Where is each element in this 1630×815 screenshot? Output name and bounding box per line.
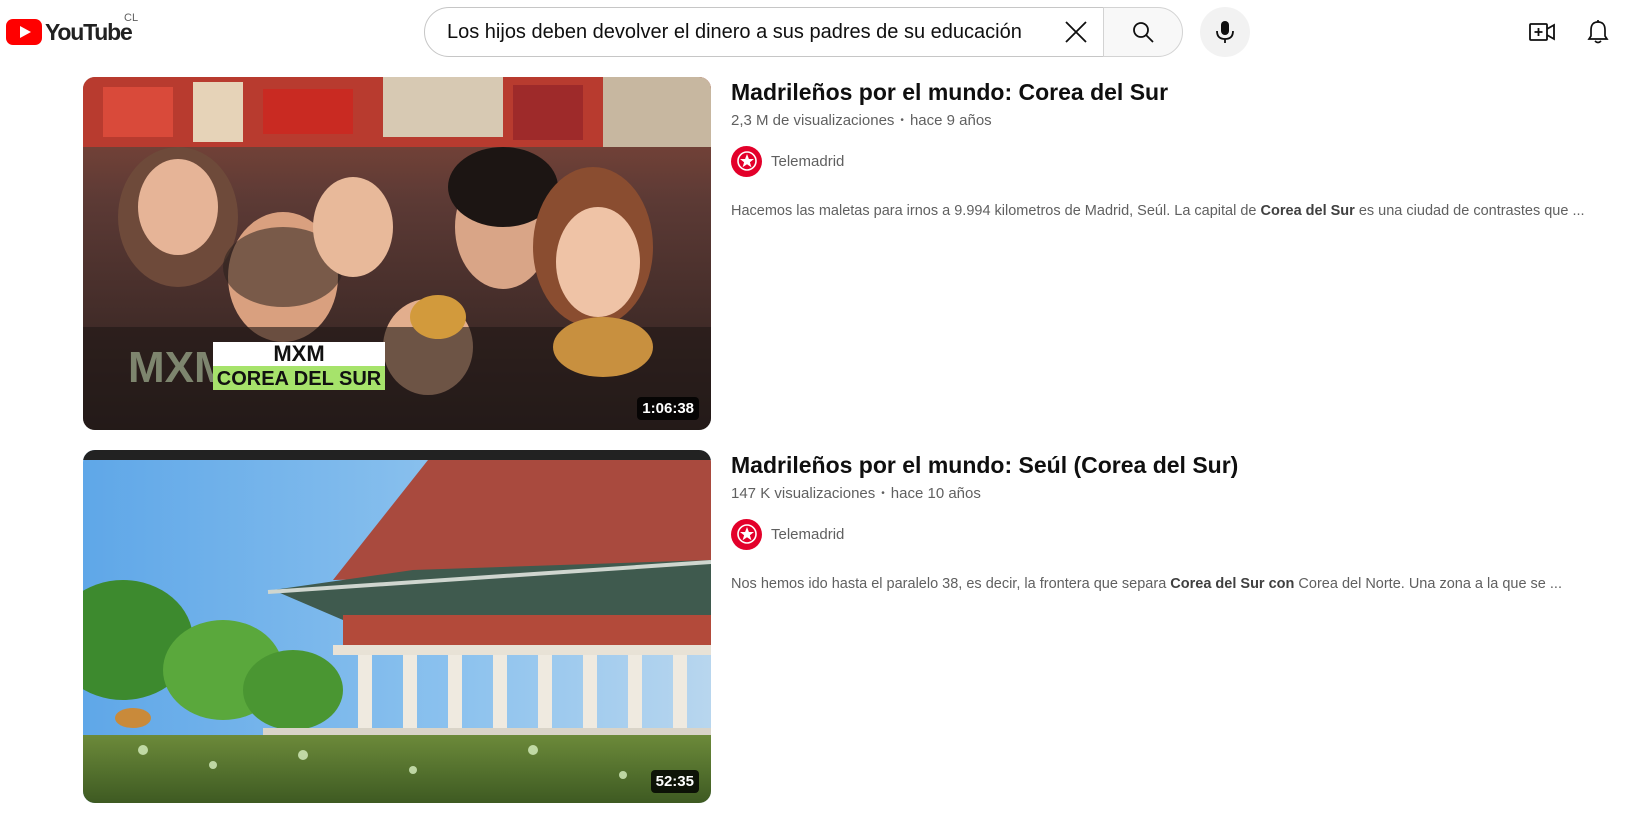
channel-name[interactable]: Telemadrid [771,153,844,170]
video-thumbnail[interactable]: MXM MXM COREA DEL SUR 1:06:38 [83,77,711,430]
video-title[interactable]: Madrileños por el mundo: Seúl (Corea del… [731,450,1621,480]
description-text: Nos hemos ido hasta el paralelo 38, es d… [731,576,1171,592]
star-logo-icon [736,151,757,171]
channel-name[interactable]: Telemadrid [771,526,844,543]
description-text: es una ciudad de contrastes que ... [1354,203,1585,219]
logo-text: YouTube [45,19,133,45]
video-title[interactable]: Madrileños por el mundo: Corea del Sur [731,77,1621,107]
youtube-logo[interactable]: YouTube [6,19,133,45]
video-meta: 147 K visualizaciones • hace 10 años [731,484,1621,504]
meta-separator: • [900,115,904,126]
description-text: Corea del Norte. Una zona a la que se ..… [1294,576,1562,592]
create-button[interactable] [1524,14,1560,50]
video-info: Madrileños por el mundo: Seúl (Corea del… [731,450,1621,594]
microphone-icon [1216,21,1234,43]
video-info: Madrileños por el mundo: Corea del Sur 2… [731,77,1621,221]
view-count: 2,3 M de visualizaciones [731,112,895,129]
video-result: 52:35 Madrileños por el mundo: Seúl (Cor… [83,450,1623,804]
description-highlight: Corea del Sur con [1170,576,1295,592]
view-count: 147 K visualizaciones [731,485,876,502]
description-text: Hacemos las maletas para irnos a 9.994 k… [731,203,1261,219]
search-button[interactable] [1103,7,1183,57]
country-code: CL [124,12,139,24]
upload-age: hace 10 años [890,485,981,502]
video-thumbnail[interactable]: 52:35 [83,450,711,803]
video-description: Nos hemos ido hasta el paralelo 38, es d… [731,574,1621,594]
youtube-play-icon [6,19,42,45]
search-icon [1133,22,1154,43]
close-icon [1065,21,1087,43]
search-box [424,7,1104,57]
video-description: Hacemos las maletas para irnos a 9.994 k… [731,201,1621,221]
video-result: MXM MXM COREA DEL SUR 1:06:38 Madrileños… [83,77,1623,431]
masthead: YouTube CL [0,0,1630,64]
bell-icon [1587,20,1609,44]
thumbnail-image-crowd: MXM MXM COREA DEL SUR [83,77,711,430]
video-duration: 52:35 [650,770,699,793]
thumbnail-image-pavilion [83,450,711,803]
thumbnail-overlay-line2: COREA DEL SUR [217,368,382,390]
notifications-button[interactable] [1580,14,1616,50]
star-logo-icon [736,524,757,544]
meta-separator: • [881,488,885,499]
channel-avatar[interactable] [731,518,762,550]
voice-search-button[interactable] [1200,7,1250,57]
description-highlight: Corea del Sur [1260,203,1355,219]
channel-link[interactable]: Telemadrid [731,145,1621,177]
search-input[interactable] [447,12,1049,52]
channel-avatar[interactable] [731,145,762,177]
upload-age: hace 9 años [909,112,992,129]
channel-link[interactable]: Telemadrid [731,518,1621,550]
thumbnail-overlay-line1: MXM [273,341,324,366]
video-duration: 1:06:38 [637,397,699,420]
create-video-icon [1529,23,1555,41]
video-meta: 2,3 M de visualizaciones • hace 9 años [731,111,1621,131]
clear-search-button[interactable] [1049,8,1103,56]
